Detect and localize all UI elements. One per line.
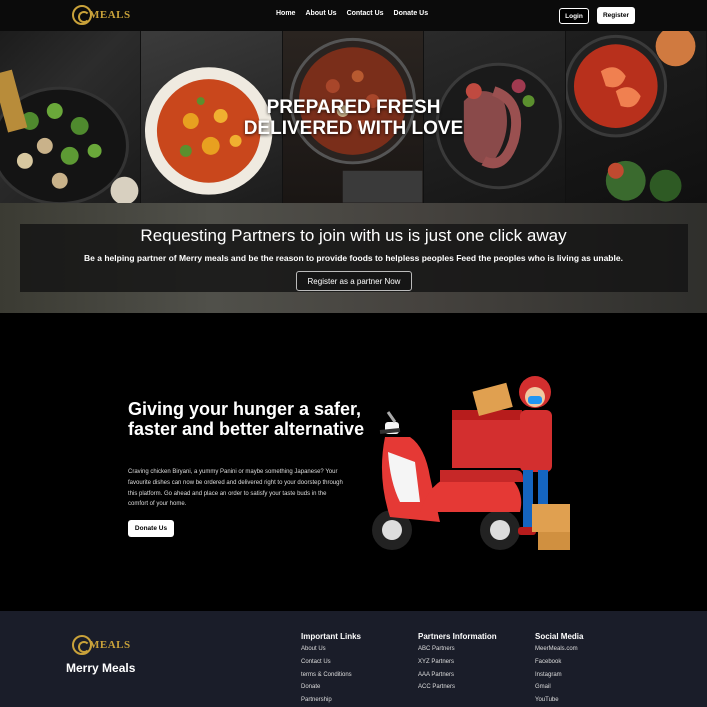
hero-banner: PREPARED FRESH DELIVERED WITH LOVE [0,31,707,203]
logo-text: MEALS [89,9,131,21]
donate-button[interactable]: Donate Us [128,520,174,537]
footer-link-abc-partners[interactable]: ABC Partners [418,646,497,652]
promo-section [0,313,707,611]
footer-link-gmail[interactable]: Gmail [535,684,583,690]
register-partner-button[interactable]: Register as a partner Now [296,271,412,291]
footer-logo[interactable]: MEALS [72,635,131,655]
footer-link-facebook[interactable]: Facebook [535,659,583,665]
footer-brand-name: Merry Meals [66,661,136,675]
footer-link-donate[interactable]: Donate [301,684,361,690]
footer-link-instagram[interactable]: Instagram [535,672,583,678]
logo-icon [72,5,92,25]
login-button[interactable]: Login [559,8,589,24]
hero-title-line-2: DELIVERED WITH LOVE [243,118,464,139]
logo[interactable]: MEALS [72,5,131,25]
footer-link-xyz-partners[interactable]: XYZ Partners [418,659,497,665]
hero-title: PREPARED FRESH DELIVERED WITH LOVE [0,97,707,139]
footer-column-title: Important Links [301,632,362,641]
hero-title-line-1: PREPARED FRESH [266,97,441,118]
nav-link-about[interactable]: About Us [305,10,336,17]
footer-logo-icon [72,635,92,655]
footer-link-acc-partners[interactable]: ACC Partners [418,684,497,690]
footer-link-partnership[interactable]: Partnership [301,697,361,703]
footer-column-title: Social Media [535,632,584,641]
nav-links: Home About Us Contact Us Donate Us [276,10,428,17]
footer-link-aaa-partners[interactable]: AAA Partners [418,672,497,678]
footer-link-website[interactable]: MeerMeals.com [535,646,583,652]
partner-subtitle: Be a helping partner of Merry meals and … [84,253,623,263]
nav-link-donate[interactable]: Donate Us [394,10,429,17]
nav-link-home[interactable]: Home [276,10,295,17]
footer-logo-text: MEALS [89,639,131,651]
footer-column-title: Partners Information [418,632,497,641]
footer-link-terms[interactable]: terms & Conditions [301,672,361,678]
footer-link-youtube[interactable]: YouTube [535,697,583,703]
footer-column-partners: Partners Information ABC Partners XYZ Pa… [418,632,497,697]
promo-title: Giving your hunger a safer, faster and b… [128,399,365,439]
delivery-scooter-illustration [372,376,570,550]
navbar: MEALS Home About Us Contact Us Donate Us… [0,0,707,31]
footer-column-social: Social Media MeerMeals.com Facebook Inst… [535,632,583,707]
footer-link-about[interactable]: About Us [301,646,361,652]
partner-title: Requesting Partners to join with us is j… [140,226,567,245]
promo-description: Craving chicken Biryani, a yummy Panini … [128,469,343,508]
footer-link-contact[interactable]: Contact Us [301,659,361,665]
footer-column-important-links: Important Links About Us Contact Us term… [301,632,361,707]
nav-link-contact[interactable]: Contact Us [347,10,384,17]
register-button[interactable]: Register [597,7,635,24]
